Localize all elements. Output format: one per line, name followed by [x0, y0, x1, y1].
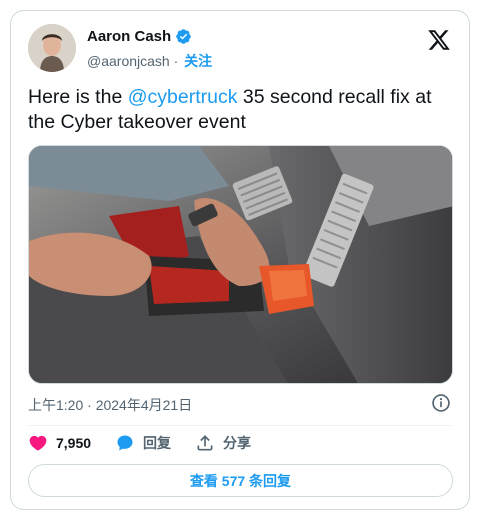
reply-label: 回复: [143, 435, 172, 451]
reply-button[interactable]: 回复: [115, 433, 171, 453]
author-handle[interactable]: @aaronjcash: [87, 53, 170, 69]
handle-separator: ·: [169, 53, 183, 69]
info-icon[interactable]: [431, 393, 451, 413]
author-display-name[interactable]: Aaron Cash: [87, 28, 171, 45]
x-logo-icon[interactable]: [427, 28, 451, 52]
avatar-image: [28, 24, 76, 72]
reply-bubble-icon: [117, 435, 133, 451]
like-count: 7,950: [56, 435, 92, 451]
mention-link[interactable]: @cybertruck: [128, 86, 238, 108]
author-handle-row: @aaronjcash · 关注: [87, 51, 212, 71]
share-icon: [197, 435, 213, 451]
share-label: 分享: [223, 435, 252, 451]
action-bar: 7,950 回复 分享: [28, 433, 275, 453]
author-name-row[interactable]: Aaron Cash: [87, 28, 192, 45]
tweet-text-start: Here is the: [28, 86, 128, 108]
view-replies-button[interactable]: 查看 577 条回复: [28, 464, 453, 497]
tweet-timestamp[interactable]: 上午1:20 · 2024年4月21日: [28, 395, 192, 415]
avatar[interactable]: [28, 24, 76, 72]
tweet-video[interactable]: [28, 145, 453, 384]
share-button[interactable]: 分享: [195, 433, 251, 453]
divider: [28, 425, 452, 426]
verified-badge-icon: [176, 29, 191, 44]
heart-icon: [29, 435, 47, 451]
like-button[interactable]: 7,950: [28, 433, 91, 453]
video-thumbnail: [29, 146, 452, 383]
tweet-text: Here is the @cybertruck 35 second recall…: [28, 85, 453, 135]
tweet-card: Aaron Cash @aaronjcash · 关注 Here is the …: [10, 10, 470, 510]
follow-button[interactable]: 关注: [184, 51, 212, 71]
